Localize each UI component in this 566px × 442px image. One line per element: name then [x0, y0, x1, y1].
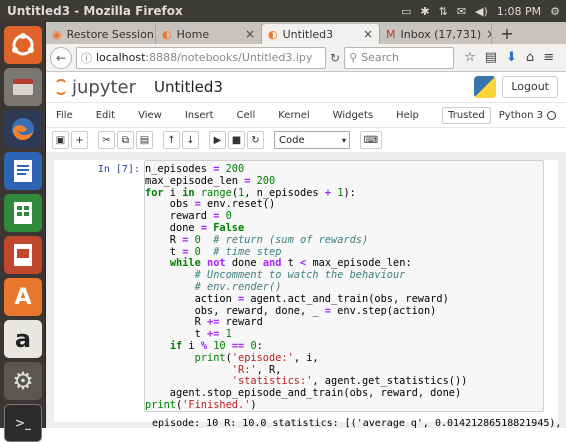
menu-kernel[interactable]: Kernel — [278, 110, 309, 121]
files-icon[interactable] — [4, 68, 42, 106]
tab-label: Inbox (17,731) — [400, 27, 482, 41]
menu-cell[interactable]: Cell — [237, 110, 256, 121]
bookmark-star-icon[interactable]: ☆ — [464, 50, 476, 65]
code-content[interactable]: n_episodes = 200 max_episode_len = 200 f… — [145, 161, 543, 412]
menu-help[interactable]: Help — [396, 110, 419, 121]
notebook-menubar: File Edit View Insert Cell Kernel Widget… — [46, 102, 566, 128]
tab-strip: ◉ Restore Session × ◐ Home × ◐ Untitled3… — [46, 22, 566, 44]
firefox-small-icon: ◉ — [52, 27, 62, 41]
url-bar[interactable]: ⓘ localhost:8888/notebooks/Untitled3.ipy — [76, 46, 326, 69]
jupyter-page: jupyter Untitled3 Logout File Edit View … — [46, 72, 566, 428]
kernel-name: Python 3 — [498, 109, 543, 121]
info-icon[interactable]: ⓘ — [81, 50, 92, 66]
jupyter-logo-text: jupyter — [72, 76, 137, 98]
system-tray: ▭ ✱ ⇅ ✉ ◀) 1:08 PM ⚙ — [401, 5, 566, 18]
restart-icon[interactable]: ↻ — [247, 131, 264, 149]
url-path: :8888/notebooks/Untitled3.ipy — [145, 51, 313, 64]
new-tab-button[interactable]: + — [496, 24, 518, 44]
close-tab-icon[interactable]: × — [363, 27, 373, 41]
notebook-area: In [7]: n_episodes = 200 max_episode_len… — [46, 152, 566, 428]
window-title: Untitled3 - Mozilla Firefox — [7, 4, 183, 18]
trusted-indicator[interactable]: Trusted — [442, 106, 491, 124]
stop-icon[interactable]: ■ — [228, 131, 245, 149]
jupyter-small-icon: ◐ — [162, 27, 172, 41]
jupyter-logo-icon — [54, 79, 68, 95]
tab-home[interactable]: ◐ Home × — [156, 24, 262, 44]
amazon-icon[interactable]: a — [4, 320, 42, 358]
kernel-indicator: Python 3 — [499, 110, 556, 121]
move-down-icon[interactable]: ↓ — [182, 131, 199, 149]
search-input[interactable]: ⚲ Search — [344, 46, 455, 69]
notebook-toolbar: ▣ + ✂ ⧉ ▤ ↑ ↓ ▶ ■ ↻ Code ▾ ⌨ — [46, 128, 566, 152]
python-logo-icon — [474, 76, 497, 98]
run-icon[interactable]: ▶ — [209, 131, 226, 149]
url-host: localhost — [96, 51, 146, 64]
tab-label: Home — [176, 27, 210, 41]
ubuntu-dash-icon[interactable] — [4, 26, 42, 64]
home-icon[interactable]: ⌂ — [526, 50, 534, 65]
kernel-status-icon — [547, 110, 556, 120]
copy-icon[interactable]: ⧉ — [117, 131, 134, 149]
chevron-down-icon: ▾ — [341, 135, 346, 145]
settings-icon[interactable]: ⚙ — [4, 362, 42, 400]
menu-edit[interactable]: Edit — [96, 110, 115, 121]
search-placeholder: Search — [361, 51, 399, 64]
power-gear-icon[interactable]: ⚙ — [550, 5, 560, 18]
cell-type-value: Code — [279, 134, 305, 146]
tab-untitled3[interactable]: ◐ Untitled3 × — [262, 24, 380, 44]
back-button[interactable]: ← — [50, 46, 72, 69]
insert-cell-icon[interactable]: + — [71, 131, 88, 149]
back-arrow-icon: ← — [55, 50, 67, 65]
reload-icon[interactable]: ↻ — [330, 51, 340, 65]
firefox-icon[interactable] — [4, 110, 42, 148]
calc-icon[interactable] — [4, 194, 42, 232]
nav-icons: ☆ ▤ ⬇ ⌂ ≡ — [464, 50, 554, 65]
tab-label: Restore Session — [66, 27, 154, 41]
cell-output: episode: 10 R: 10.0 statistics: [('avera… — [152, 418, 562, 428]
tab-restore-session[interactable]: ◉ Restore Session × — [46, 24, 156, 44]
search-icon: ⚲ — [349, 51, 358, 64]
keyboard-icon[interactable]: ▭ — [401, 5, 411, 18]
menu-insert[interactable]: Insert — [185, 110, 214, 121]
navigation-bar: ← ⓘ localhost:8888/notebooks/Untitled3.i… — [46, 44, 566, 72]
network-icon[interactable]: ⇅ — [439, 5, 448, 18]
reading-list-icon[interactable]: ▤ — [485, 50, 497, 65]
cut-icon[interactable]: ✂ — [98, 131, 115, 149]
bluetooth-icon[interactable]: ✱ — [420, 5, 429, 18]
download-icon[interactable]: ⬇ — [506, 50, 517, 65]
gmail-icon: M — [386, 27, 396, 41]
volume-icon[interactable]: ◀) — [475, 5, 488, 18]
jupyter-header: jupyter Untitled3 Logout — [46, 72, 566, 102]
tab-label: Untitled3 — [282, 27, 334, 41]
code-editor[interactable]: n_episodes = 200 max_episode_len = 200 f… — [144, 160, 544, 412]
logout-button[interactable]: Logout — [502, 76, 558, 98]
move-up-icon[interactable]: ↑ — [163, 131, 180, 149]
system-top-bar: Untitled3 - Mozilla Firefox ▭ ✱ ⇅ ✉ ◀) 1… — [0, 0, 566, 22]
keyboard-icon[interactable]: ⌨ — [360, 131, 382, 149]
cell-type-select[interactable]: Code ▾ — [274, 131, 350, 149]
software-center-icon[interactable]: A — [4, 278, 42, 316]
mail-icon[interactable]: ✉ — [457, 5, 466, 18]
jupyter-logo[interactable]: jupyter — [54, 77, 136, 98]
save-icon[interactable]: ▣ — [52, 131, 69, 149]
menu-widgets[interactable]: Widgets — [333, 110, 373, 121]
menu-icon[interactable]: ≡ — [543, 50, 554, 65]
menu-view[interactable]: View — [138, 110, 162, 121]
launcher: A a ⚙ >_ — [0, 22, 46, 442]
terminal-icon[interactable]: >_ — [4, 404, 42, 442]
tab-inbox[interactable]: M Inbox (17,731) × — [380, 24, 492, 44]
clock[interactable]: 1:08 PM — [497, 5, 541, 18]
notebook-name[interactable]: Untitled3 — [154, 78, 223, 96]
impress-icon[interactable] — [4, 236, 42, 274]
menu-file[interactable]: File — [56, 110, 73, 121]
paste-icon[interactable]: ▤ — [136, 131, 153, 149]
close-tab-icon[interactable]: × — [245, 27, 255, 41]
close-tab-icon[interactable]: × — [486, 27, 491, 41]
writer-icon[interactable] — [4, 152, 42, 190]
input-prompt: In [7]: — [97, 164, 140, 175]
code-cell[interactable]: In [7]: n_episodes = 200 max_episode_len… — [54, 160, 561, 428]
jupyter-small-icon: ◐ — [268, 27, 278, 41]
